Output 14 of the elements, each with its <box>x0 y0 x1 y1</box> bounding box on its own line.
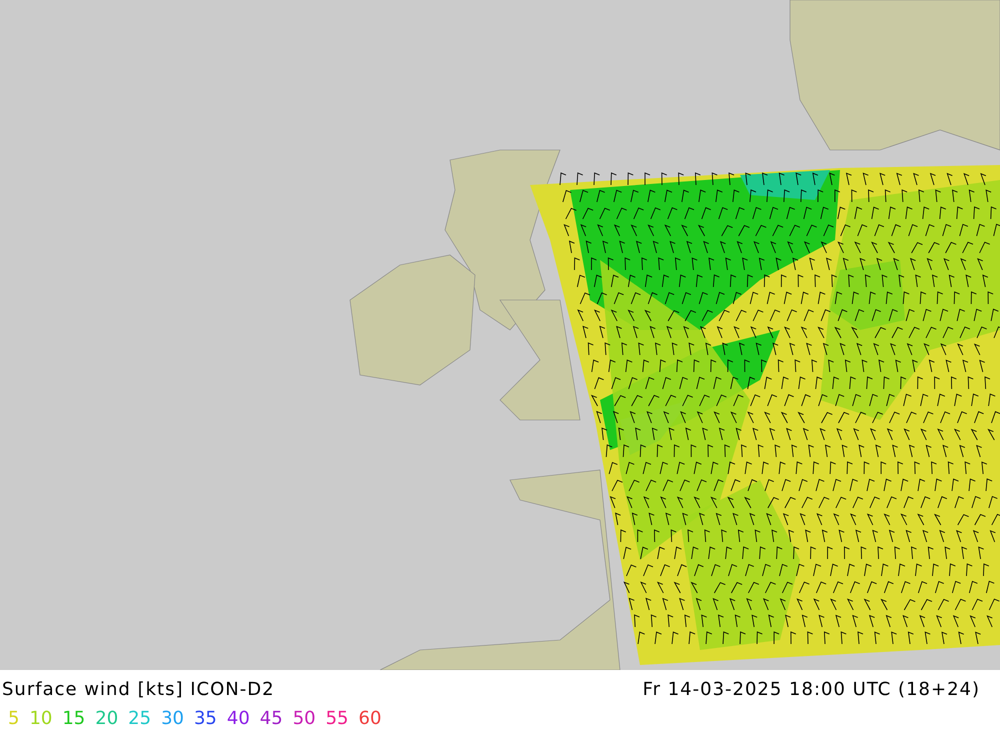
legend-value: 35 <box>194 708 217 729</box>
legend-value: 30 <box>161 708 184 729</box>
legend-value: 20 <box>95 708 118 729</box>
legend-value: 10 <box>29 708 52 729</box>
legend-value: 45 <box>260 708 283 729</box>
legend-value: 55 <box>326 708 349 729</box>
legend-value: 25 <box>128 708 152 729</box>
map-title: Surface wind [kts] ICON-D2 <box>2 678 275 700</box>
valid-time: Fr 14-03-2025 18:00 UTC (18+24) <box>642 678 980 700</box>
legend-value: 15 <box>62 708 86 729</box>
legend-value: 60 <box>358 708 382 729</box>
legend-value: 40 <box>226 708 250 729</box>
legend-value: 50 <box>292 708 316 729</box>
legend-value: 5 <box>8 708 20 729</box>
